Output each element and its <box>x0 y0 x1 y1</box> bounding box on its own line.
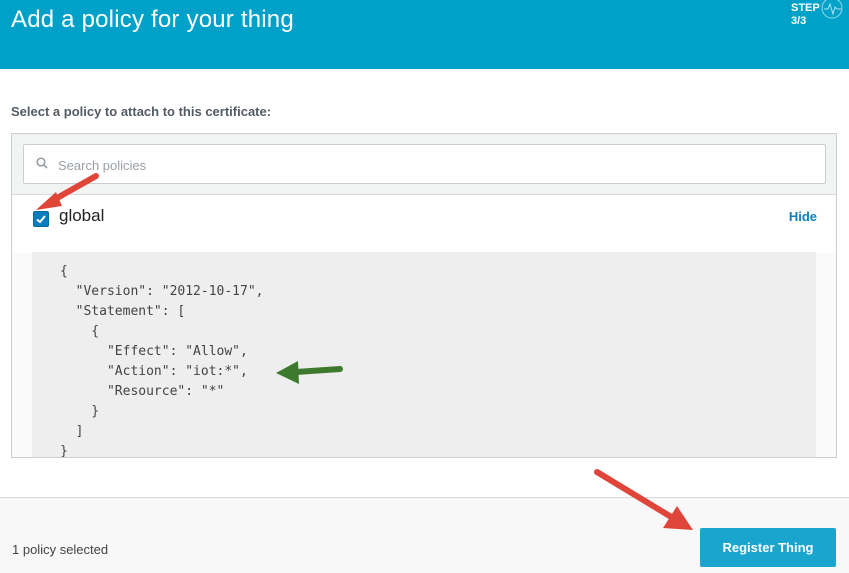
policy-json: { "Version": "2012-10-17", "Statement": … <box>60 264 264 458</box>
register-thing-button[interactable]: Register Thing <box>700 528 836 567</box>
hide-policy-link[interactable]: Hide <box>789 209 817 224</box>
page-footer: 1 policy selected Register Thing <box>0 498 849 573</box>
search-input[interactable] <box>56 145 820 185</box>
policy-document: { "Version": "2012-10-17", "Statement": … <box>32 252 816 458</box>
search-area <box>12 134 836 195</box>
checkmark-icon <box>36 215 46 224</box>
selected-count: 1 policy selected <box>12 542 109 557</box>
policy-row: global Hide <box>12 195 836 253</box>
policy-panel: global Hide { "Version": "2012-10-17", "… <box>11 133 837 458</box>
policy-prompt: Select a policy to attach to this certif… <box>11 104 272 119</box>
search-box[interactable] <box>23 144 826 185</box>
page-title: Add a policy for your thing <box>11 6 294 33</box>
policy-checkbox[interactable] <box>33 211 49 227</box>
search-icon <box>36 157 48 169</box>
step-progress-icon <box>821 0 843 19</box>
policy-name: global <box>59 206 105 225</box>
page-header: Add a policy for your thing STEP 3/3 <box>0 0 849 69</box>
